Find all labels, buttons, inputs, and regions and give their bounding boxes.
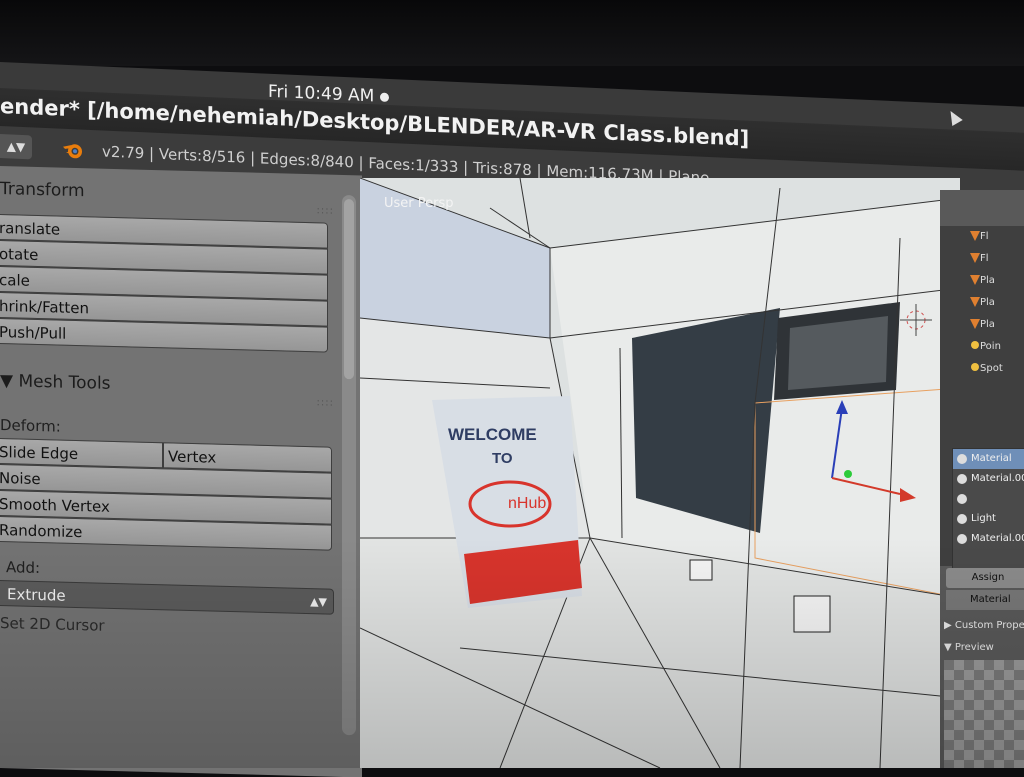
- poster-to: TO: [492, 450, 513, 467]
- blender-logo-icon: [63, 144, 82, 159]
- mesh-triangle-icon: [970, 253, 980, 263]
- view-perspective-label: User Persp: [384, 196, 454, 211]
- transform-panel-header[interactable]: Transform ::::: [0, 172, 340, 217]
- add-label: Add:: [6, 558, 41, 578]
- outliner-item[interactable]: Spot: [940, 358, 1024, 380]
- deform-label: Deform:: [0, 416, 61, 436]
- window-opening: [632, 308, 780, 533]
- assign-button[interactable]: Assign: [946, 568, 1024, 588]
- material-slot[interactable]: Material.002: [953, 469, 1024, 489]
- deform-buttons: Slide Edge Vertex Noise Smooth Vertex Ra…: [0, 437, 332, 551]
- tool-shelf: Transform :::: ranslate otate cale hrink…: [0, 166, 362, 777]
- outliner-item[interactable]: Pla: [940, 314, 1024, 336]
- properties-editor: Fl Fl Pla Pla Pla Poin Spot Material Mat…: [940, 190, 1024, 768]
- material-slot[interactable]: Light: [953, 509, 1024, 529]
- preview-panel[interactable]: ▼ Preview: [944, 642, 994, 653]
- scrollbar-thumb[interactable]: [344, 199, 354, 380]
- collapse-triangle-icon: ▼: [0, 371, 19, 392]
- outliner-item[interactable]: Fl: [940, 248, 1024, 270]
- extrude-dropdown[interactable]: Extrude ▲▼: [0, 579, 334, 615]
- material-preview: [944, 660, 1024, 768]
- poster-welcome: WELCOME: [448, 425, 537, 444]
- set-2d-cursor-button[interactable]: Set 2D Cursor: [0, 614, 105, 635]
- scene-render: nHub WELCOME TO: [360, 178, 960, 768]
- dropdown-arrows-icon: ▲▼: [310, 595, 327, 609]
- poster-logo: nHub: [508, 495, 546, 512]
- grip-icon: ::::: [316, 397, 334, 409]
- lamp-icon: [971, 341, 979, 349]
- editor-type-selector[interactable]: ▲▼: [0, 134, 32, 160]
- transform-buttons: ranslate otate cale hrink/Fatten Push/Pu…: [0, 213, 328, 353]
- mesh-triangle-icon: [970, 231, 980, 241]
- 3d-viewport[interactable]: nHub WELCOME TO User Persp: [360, 178, 960, 768]
- transform-header-label: Transform: [0, 179, 85, 202]
- mesh-tools-header-label: Mesh Tools: [18, 371, 111, 394]
- material-slot[interactable]: Material: [953, 449, 1024, 469]
- material-slot-list: Material Material.002 Light Material.003: [952, 448, 1024, 570]
- mesh-triangle-icon: [970, 319, 980, 329]
- material-sphere-icon: [957, 494, 967, 504]
- mesh-triangle-icon: [970, 297, 980, 307]
- custom-properties-panel[interactable]: ▶ Custom Properties: [944, 620, 1024, 631]
- material-sphere-icon: [957, 534, 967, 544]
- small-box: [689, 559, 713, 581]
- extrude-label: Extrude: [7, 585, 66, 605]
- monitor-bezel: [0, 0, 1024, 66]
- outliner-item[interactable]: Pla: [940, 270, 1024, 292]
- material-slot[interactable]: Material.003: [953, 529, 1024, 549]
- mesh-tools-panel-header[interactable]: ▼ Mesh Tools ::::: [0, 364, 340, 409]
- lamp-icon: [971, 363, 979, 371]
- outliner-item[interactable]: Pla: [940, 292, 1024, 314]
- vertex-button[interactable]: Vertex: [163, 442, 332, 473]
- slide-edge-button[interactable]: Slide Edge: [0, 437, 163, 469]
- outliner-item[interactable]: Fl: [940, 226, 1024, 248]
- material-sphere-icon: [957, 514, 967, 524]
- tool-shelf-scrollbar[interactable]: [342, 194, 356, 736]
- material-name-field[interactable]: Material: [946, 590, 1024, 610]
- material-slot[interactable]: [953, 489, 1024, 509]
- material-sphere-icon: [957, 474, 967, 484]
- small-box: [793, 595, 831, 633]
- material-sphere-icon: [957, 454, 967, 464]
- mesh-triangle-icon: [970, 275, 980, 285]
- notification-dot-icon: [380, 92, 390, 102]
- outliner-item[interactable]: Poin: [940, 336, 1024, 358]
